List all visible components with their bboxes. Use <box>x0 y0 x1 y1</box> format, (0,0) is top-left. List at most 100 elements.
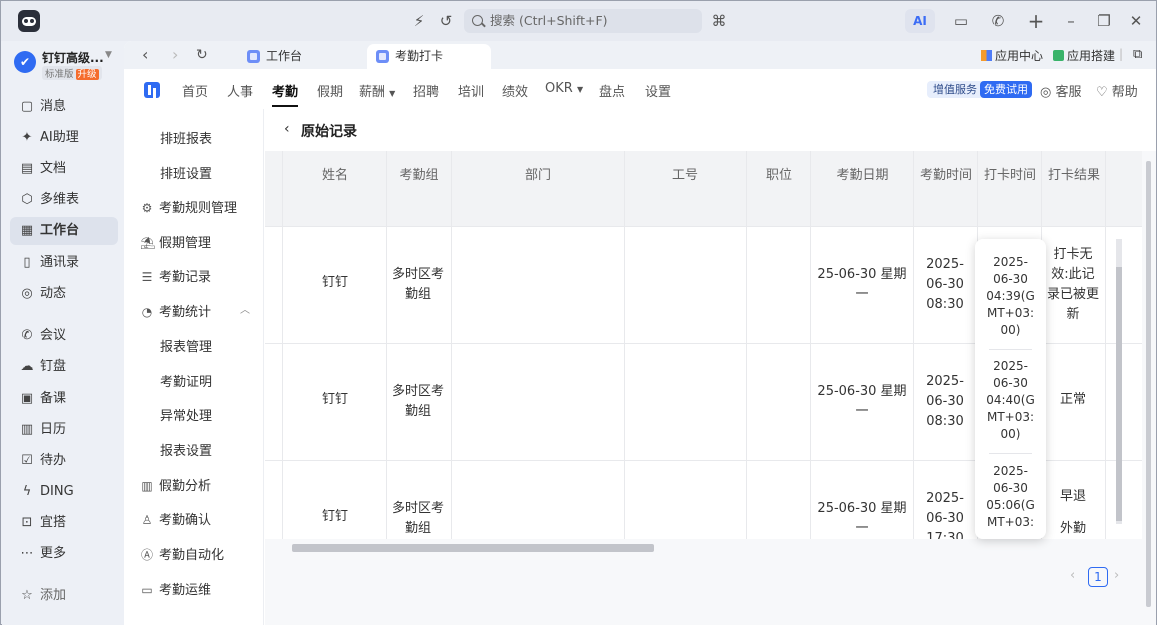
nav-performance[interactable]: 绩效 <box>502 81 528 100</box>
back-icon[interactable]: ‹ <box>142 45 148 64</box>
lightning-icon[interactable]: ⚡ <box>409 11 429 31</box>
history-icon[interactable]: ↺ <box>436 11 456 31</box>
sidebar-item-workbench[interactable]: ▦ 工作台 <box>10 217 118 245</box>
subnav-item[interactable]: 排班报表 <box>160 128 212 147</box>
sidebar-item-activity[interactable]: ◎ 动态 <box>10 280 118 308</box>
app-builder-link[interactable]: 应用搭建 <box>1053 47 1115 64</box>
sidebar-item-calendar[interactable]: ▥ 日历 <box>10 416 118 444</box>
nav-leave[interactable]: 假期 <box>317 81 343 100</box>
activity-icon: ◎ <box>21 286 33 301</box>
subnav-item-holiday[interactable]: ⛱ 假期管理 <box>140 232 211 251</box>
upgrade-badge[interactable]: 升级 <box>75 69 99 80</box>
nav-recruit[interactable]: 招聘 <box>413 81 439 100</box>
free-trial-badge[interactable]: 免费试用 <box>980 81 1032 98</box>
refresh-icon[interactable]: ↻ <box>196 47 208 63</box>
nav-inventory[interactable]: 盘点 <box>599 81 625 100</box>
customer-service-link[interactable]: ◎ 客服 <box>1040 81 1082 100</box>
sidebar-item-multi-table[interactable]: ⬡ 多维表 <box>10 186 118 214</box>
left-sidebar: ✔ 钉钉高级... ▼ 标准版 升级 ▢ 消息 ✦ AI助理 ▤ 文档 ⬡ 多维表 ▦ 工作… <box>2 41 124 625</box>
apps-grid-icon[interactable]: ⌘ <box>709 11 729 31</box>
back-arrow-icon[interactable]: ‹ <box>284 121 290 137</box>
nav-okr[interactable]: OKR ▼ <box>545 81 583 96</box>
prev-page-icon[interactable]: ‹ <box>1070 568 1075 583</box>
sidebar-item-add[interactable]: ☆ 添加 <box>10 582 118 610</box>
tooltip-line: 06-30 <box>993 272 1028 286</box>
subnav-item-automation[interactable]: Ⓐ 考勤自动化 <box>140 544 224 563</box>
sidebar-item-lesson-prep[interactable]: ▣ 备课 <box>10 385 118 413</box>
rules-icon: ⚙ <box>141 201 153 215</box>
subnav-item[interactable]: 排班设置 <box>160 163 212 182</box>
help-link[interactable]: ♡ 帮助 <box>1096 81 1138 100</box>
sidebar-item-label: 会议 <box>40 328 67 343</box>
subnav-item[interactable]: 报表管理 <box>160 336 212 355</box>
sidebar-item-label: 待办 <box>40 453 67 468</box>
tab-attendance[interactable]: 考勤打卡 <box>367 44 491 69</box>
sidebar-item-label: 宜搭 <box>40 515 67 530</box>
app-center-link[interactable]: 应用中心 <box>981 47 1043 64</box>
maximize-icon[interactable]: ❐ <box>1094 11 1114 31</box>
sidebar-item-contacts[interactable]: ▯ 通讯录 <box>10 249 118 277</box>
search-input[interactable]: 搜索 (Ctrl+Shift+F) <box>464 9 702 33</box>
subnav-item-confirm[interactable]: ♙ 考勤确认 <box>140 509 211 528</box>
subnav-item-ops[interactable]: ▭ 考勤运维 <box>140 579 211 598</box>
table-vertical-scrollbar[interactable] <box>1113 227 1125 534</box>
meeting-icon: ✆ <box>21 328 33 343</box>
nav-payroll[interactable]: 薪酬 ▼ <box>359 81 395 100</box>
nav-personnel[interactable]: 人事 <box>227 81 253 100</box>
nav-training[interactable]: 培训 <box>458 81 484 100</box>
org-switcher[interactable]: ✔ 钉钉高级... ▼ 标准版 升级 <box>11 46 119 82</box>
forward-icon[interactable]: › <box>172 45 178 64</box>
subnav-item-records[interactable]: ☰ 考勤记录 <box>140 266 211 285</box>
scrollbar-thumb[interactable] <box>1146 161 1151 607</box>
sidebar-item-more[interactable]: ⋯ 更多 <box>10 540 118 568</box>
punch-time-tooltip: 2025- 06-30 04:39(G MT+03: 00) 2025- 06-… <box>975 239 1046 539</box>
next-page-icon[interactable]: › <box>1114 568 1119 583</box>
app-center-icon <box>981 50 992 61</box>
subnav-item-analysis[interactable]: ▥ 假勤分析 <box>140 475 211 494</box>
open-external-icon[interactable]: ⧉ <box>1133 47 1142 62</box>
chevron-up-icon[interactable]: ︿ <box>240 301 250 316</box>
nav-attendance[interactable]: 考勤 <box>272 81 299 107</box>
sidebar-item-drive[interactable]: ☁ 钉盘 <box>10 353 118 381</box>
tab-workbench[interactable]: 工作台 <box>238 44 358 69</box>
sidebar-item-ai-assistant[interactable]: ✦ AI助理 <box>10 124 118 152</box>
page-vertical-scrollbar[interactable] <box>1144 151 1153 621</box>
column-header-dept: 部门 <box>524 168 551 183</box>
subnav-label: 假勤分析 <box>159 479 212 494</box>
tab-label: 工作台 <box>266 49 303 63</box>
screen-share-icon[interactable]: ▭ <box>951 11 971 31</box>
sidebar-item-yida[interactable]: ⊡ 宜搭 <box>10 509 118 537</box>
sidebar-item-meeting[interactable]: ✆ 会议 <box>10 322 118 350</box>
add-icon[interactable]: + <box>1026 11 1046 31</box>
dingtalk-logo-icon <box>18 10 40 32</box>
sidebar-item-docs[interactable]: ▤ 文档 <box>10 155 118 183</box>
cell-result: 正常 <box>1059 392 1086 407</box>
value-added-service[interactable]: 增值服务 免费试用 <box>927 81 1032 98</box>
nav-home[interactable]: 首页 <box>182 81 208 100</box>
tooltip-line: 2025- <box>993 359 1028 373</box>
table-horizontal-scrollbar[interactable] <box>284 541 1102 553</box>
subnav-item[interactable]: 异常处理 <box>160 405 212 424</box>
nav-settings[interactable]: 设置 <box>645 81 671 100</box>
call-icon[interactable]: ✆ <box>988 11 1008 31</box>
browser-tab-bar: ‹ › ↻ 工作台 考勤打卡 应用中心 应用搭建 | ⧉ <box>124 41 1156 69</box>
ai-button[interactable]: AI <box>905 9 935 33</box>
scrollbar-thumb[interactable] <box>292 544 654 552</box>
sidebar-item-todo[interactable]: ☑ 待办 <box>10 447 118 475</box>
nav-payroll-label: 薪酬 <box>359 85 386 100</box>
subnav-item-statistics[interactable]: ◔ 考勤统计 ︿ <box>140 301 250 320</box>
subnav-item-rules[interactable]: ⚙ 考勤规则管理 <box>140 197 237 216</box>
current-page[interactable]: 1 <box>1088 567 1108 587</box>
workbench-icon: ▦ <box>20 223 34 238</box>
cell-date: 25-06-30 星期一 <box>817 384 907 419</box>
sidebar-item-ding[interactable]: ϟ DING <box>10 478 118 506</box>
cell-att-time: 2025-06-30 08:30 <box>926 257 964 312</box>
tooltip-line: 00) <box>1000 323 1021 337</box>
page-title: 原始记录 <box>301 124 357 140</box>
close-icon[interactable]: ✕ <box>1126 11 1146 31</box>
scrollbar-thumb[interactable] <box>1116 267 1122 521</box>
sidebar-item-messages[interactable]: ▢ 消息 <box>10 93 118 121</box>
subnav-item[interactable]: 报表设置 <box>160 440 212 459</box>
minimize-icon[interactable]: – <box>1061 11 1081 31</box>
subnav-item[interactable]: 考勤证明 <box>160 371 212 390</box>
